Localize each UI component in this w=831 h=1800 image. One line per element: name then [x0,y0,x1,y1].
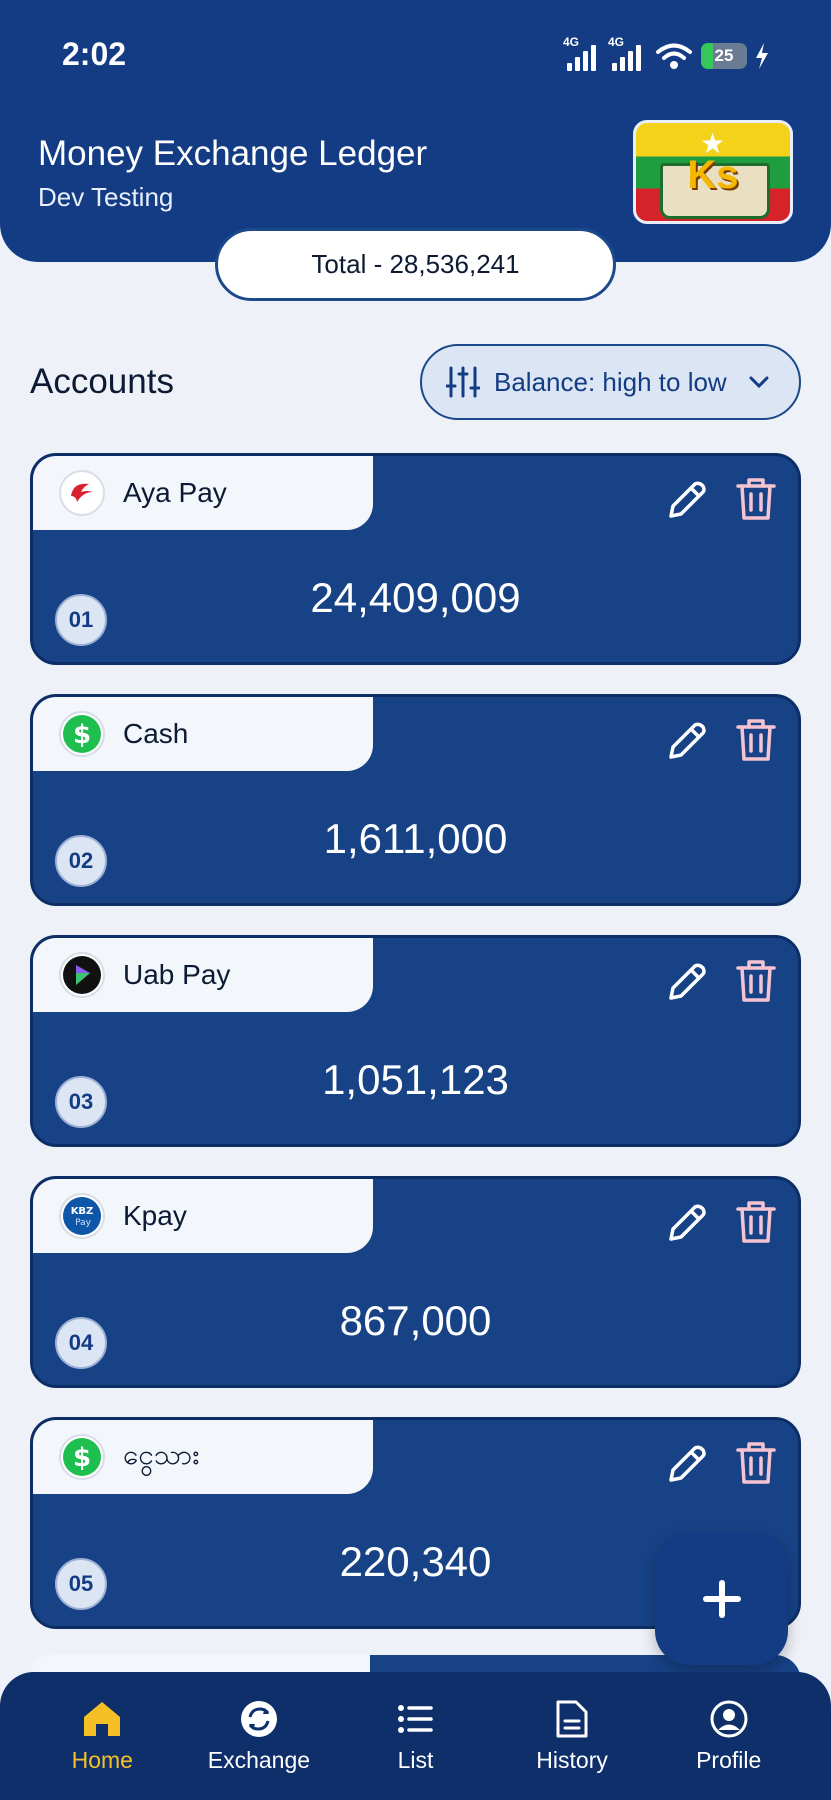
profile-icon [710,1700,748,1737]
account-balance: 867,000 [339,1297,492,1344]
account-card[interactable]: $ Cash 1,611,000 02 [30,694,801,906]
svg-text:KBZ: KBZ [71,1206,94,1217]
edit-icon[interactable] [663,478,709,524]
add-account-button[interactable] [655,1532,788,1665]
account-index: 01 [55,594,107,646]
sliders-icon [446,366,480,398]
total-balance: Total - 28,536,241 [215,228,616,301]
signal-icon: 4G [608,35,641,71]
account-index: 03 [55,1076,107,1128]
nav-label: History [536,1746,608,1773]
plus-icon [702,1579,741,1618]
edit-icon[interactable] [663,719,709,765]
nav-label: Exchange [207,1746,311,1773]
account-name: ငွေသား [123,1439,200,1470]
nav-label: Home [71,1746,133,1773]
chevron-down-icon [749,376,769,389]
account-balance: 1,611,000 [323,815,508,862]
account-balance: 24,409,009 [310,574,521,621]
svg-text:Pay: Pay [75,1218,92,1228]
wifi-icon [656,43,692,69]
home-icon [84,1701,121,1736]
bottom-navigation: Home Exchange List History Profile [0,1672,831,1800]
account-header: Uab Pay [33,938,373,1012]
nav-history[interactable]: History [502,1699,642,1774]
app-title: Money Exchange Ledger [38,134,428,173]
account-index: 04 [55,1317,107,1369]
status-time: 2:02 [62,36,127,72]
list-icon [398,1704,434,1733]
charging-icon [756,43,768,69]
delete-icon[interactable] [735,717,777,763]
section-title: Accounts [30,362,174,401]
account-balance: 1,051,123 [322,1056,509,1103]
nav-profile[interactable]: Profile [659,1699,799,1774]
sort-label: Balance: high to low [494,366,727,397]
sort-button[interactable]: Balance: high to low [420,344,801,420]
signal-icon: 4G [563,35,596,71]
account-card[interactable]: Aya Pay 24,409,009 01 [30,453,801,665]
nav-exchange[interactable]: Exchange [189,1699,329,1774]
logo-text: Ks [687,153,739,197]
delete-icon[interactable] [735,1199,777,1245]
battery-icon: 25 [701,43,747,69]
account-index: 05 [55,1558,107,1610]
edit-icon[interactable] [663,960,709,1006]
status-icons: 4G 4G 25 [563,35,769,76]
account-header: Aya Pay [33,456,373,530]
aya-pay-icon [59,470,105,516]
account-name: Aya Pay [123,477,227,508]
account-header: KBZ Pay Kpay [33,1179,373,1253]
account-index: 02 [55,835,107,887]
account-header: $ ငွေသား [33,1420,373,1494]
nav-label: Profile [696,1746,762,1773]
dollar-icon: $ [59,711,105,757]
account-name: Cash [123,718,189,749]
edit-icon[interactable] [663,1442,709,1488]
app-subtitle: Dev Testing [38,182,174,212]
delete-icon[interactable] [735,476,777,522]
delete-icon[interactable] [735,958,777,1004]
nav-label: List [397,1746,434,1773]
account-name: Uab Pay [123,959,231,990]
app-header: 2:02 4G 4G 25 Money Exchange Ledger Dev … [0,0,831,262]
edit-icon[interactable] [663,1201,709,1247]
kbz-pay-icon: KBZ Pay [59,1193,105,1239]
delete-icon[interactable] [735,1440,777,1486]
nav-list[interactable]: List [345,1699,485,1774]
app-logo: ★ Ks [633,120,793,224]
dollar-icon: $ [59,1434,105,1480]
account-card[interactable]: KBZ Pay Kpay 867,000 04 [30,1176,801,1388]
exchange-icon [240,1700,277,1737]
svg-text:$: $ [73,720,91,750]
account-name: Kpay [123,1200,187,1231]
nav-home[interactable]: Home [32,1699,172,1774]
account-card[interactable]: Uab Pay 1,051,123 03 [30,935,801,1147]
uab-pay-icon [59,952,105,998]
account-header: $ Cash [33,697,373,771]
svg-text:$: $ [73,1443,91,1473]
document-icon [556,1700,588,1737]
